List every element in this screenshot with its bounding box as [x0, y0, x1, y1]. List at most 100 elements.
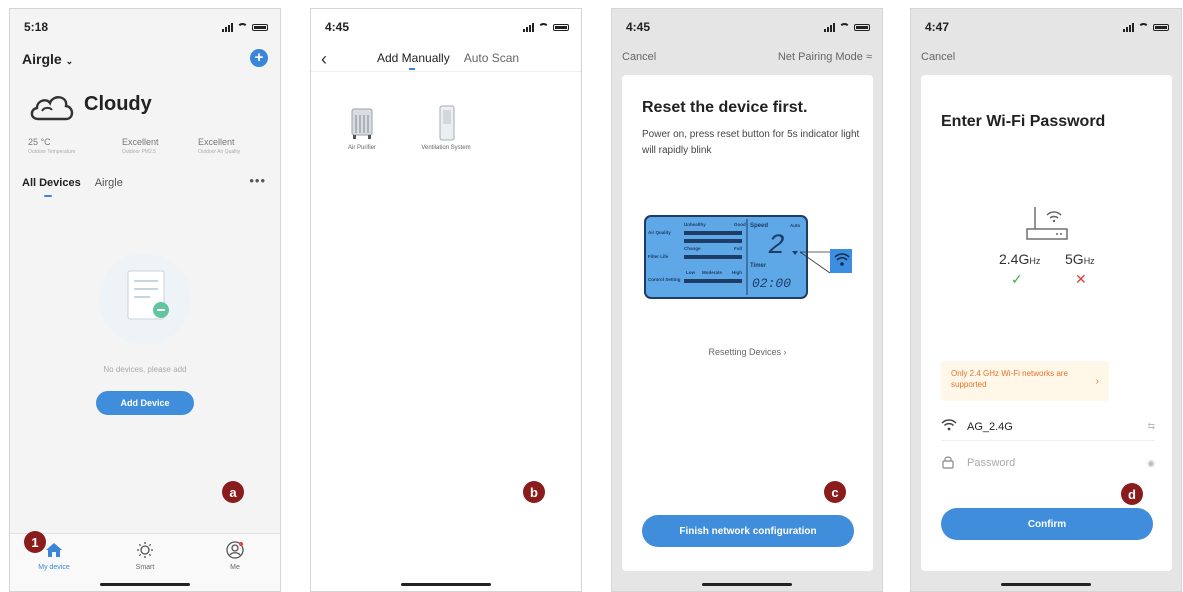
- signal-icon: [523, 22, 534, 32]
- router-icon: [1023, 203, 1071, 248]
- phone-reset-device-screen: 4:45 Cancel Net Pairing Mode ≈ Reset the…: [611, 8, 883, 592]
- status-time: 4:47: [925, 20, 950, 34]
- eye-icon[interactable]: ◉: [1147, 458, 1155, 469]
- signal-icon: [222, 22, 233, 32]
- confirm-button[interactable]: Confirm: [941, 508, 1153, 540]
- wifi-title: Enter Wi-Fi Password: [941, 113, 1106, 130]
- tab-smart[interactable]: Smart: [115, 540, 175, 571]
- band-24ghz: 2.4GHz: [999, 251, 1041, 267]
- panel-label-badge: a: [222, 481, 244, 503]
- lcd-moderate: Moderate: [702, 270, 723, 275]
- lcd-change: Change: [684, 246, 701, 251]
- phone-wifi-password-screen: 4:47 Cancel Enter Wi-Fi Password 2.4GHz …: [910, 8, 1182, 592]
- add-plus-button[interactable]: +: [250, 49, 268, 67]
- cancel-button[interactable]: Cancel: [622, 51, 656, 63]
- divider: [311, 71, 581, 72]
- add-mode-tabs: Add Manually Auto Scan: [377, 51, 519, 70]
- lcd-good: Good: [734, 222, 746, 227]
- lcd-speed-label: Speed: [750, 223, 768, 229]
- resetting-devices-link[interactable]: Resetting Devices ›: [622, 347, 873, 357]
- add-device-button[interactable]: Add Device: [96, 391, 194, 415]
- home-indicator: [401, 583, 491, 586]
- password-field[interactable]: Password ◉: [941, 449, 1155, 477]
- panel-label-badge: c: [824, 481, 846, 503]
- home-indicator: [702, 583, 792, 586]
- tab-airgle[interactable]: Airgle: [95, 177, 123, 189]
- weather-label: Cloudy: [84, 93, 152, 115]
- wifi-icon: [941, 419, 967, 434]
- status-bar: 4:45: [325, 19, 569, 35]
- profile-icon: [205, 540, 265, 560]
- lcd-auto: Auto: [790, 223, 800, 228]
- chevron-down-icon: ⌄: [65, 56, 74, 66]
- lcd-unhealthy: Unhealthy: [684, 222, 706, 227]
- home-selector[interactable]: Airgle ⌄: [22, 51, 73, 67]
- wifi-status-icon: [538, 23, 549, 31]
- battery-icon: [553, 23, 569, 31]
- sun-icon: [115, 540, 175, 560]
- bottom-tab-bar: My device Smart Me: [10, 533, 280, 591]
- battery-icon: [854, 23, 870, 31]
- lcd-speed-value: 2: [768, 231, 785, 262]
- phone-add-device-screen: 4:45 ‹ Add Manually Auto Scan Air Purifi…: [310, 8, 582, 592]
- step-badge: 1: [24, 531, 46, 553]
- lcd-control-setting: Control Setting: [648, 277, 681, 282]
- lcd-timer-value: 02:00: [752, 276, 791, 291]
- status-bar: 5:18: [24, 19, 268, 35]
- status-time: 5:18: [24, 20, 49, 34]
- panel-label-badge: b: [523, 481, 545, 503]
- signal-icon: [1123, 22, 1134, 32]
- cross-icon: ✕: [1075, 271, 1087, 287]
- band-5ghz: 5GHz: [1065, 251, 1095, 267]
- check-icon: ✓: [1011, 271, 1023, 287]
- status-time: 4:45: [626, 20, 651, 34]
- cancel-button[interactable]: Cancel: [921, 51, 955, 63]
- air-purifier-icon: [351, 108, 373, 139]
- tab-all-devices[interactable]: All Devices: [22, 177, 81, 197]
- room-tabs: All Devices Airgle: [22, 177, 268, 197]
- battery-icon: [1153, 23, 1169, 31]
- pairing-mode-button[interactable]: Net Pairing Mode ≈: [778, 51, 872, 63]
- home-indicator: [100, 583, 190, 586]
- tab-auto-scan[interactable]: Auto Scan: [464, 51, 519, 65]
- phone-home-screen: 5:18 Airgle ⌄ + Cloudy 25 °C Outdoor Tem…: [9, 8, 281, 592]
- ventilation-system-icon: [439, 105, 455, 141]
- status-time: 4:45: [325, 20, 350, 34]
- band-notice[interactable]: Only 2.4 GHz Wi-Fi networks are supporte…: [941, 361, 1109, 401]
- home-indicator: [1001, 583, 1091, 586]
- empty-document-icon: [90, 249, 200, 354]
- device-lcd-illustration: Air Quality Filter Life Control Setting …: [644, 215, 856, 304]
- wifi-status-icon: [839, 23, 850, 31]
- finish-configuration-button[interactable]: Finish network configuration: [642, 515, 854, 547]
- empty-state-text: No devices, please add: [103, 365, 187, 374]
- switch-network-icon[interactable]: ⇆: [1147, 421, 1155, 432]
- lcd-air-quality: Air Quality: [648, 230, 671, 235]
- chevron-right-icon: ›: [1095, 376, 1099, 387]
- reset-description: Power on, press reset button for 5s indi…: [642, 129, 860, 156]
- reset-title: Reset the device first.: [642, 99, 808, 116]
- battery-icon: [252, 23, 268, 31]
- wifi-status-icon: [237, 23, 248, 31]
- lcd-full: Full: [734, 246, 742, 251]
- status-bar: 4:45: [626, 19, 870, 35]
- signal-icon: [824, 22, 835, 32]
- tab-me[interactable]: Me: [205, 540, 265, 571]
- lock-icon: [941, 455, 967, 472]
- back-chevron-icon[interactable]: ‹: [321, 49, 327, 70]
- cloud-icon: [28, 89, 76, 128]
- wifi-status-icon: [1138, 23, 1149, 31]
- status-bar: 4:47: [925, 19, 1169, 35]
- weather-stat: 25 °C Outdoor Temperature: [28, 137, 76, 155]
- lcd-low: Low: [686, 270, 695, 275]
- tab-add-manually[interactable]: Add Manually: [377, 51, 450, 70]
- ssid-field[interactable]: AG_2.4G ⇆: [941, 413, 1155, 441]
- lcd-timer-label: Timer: [750, 263, 767, 269]
- lcd-high: High: [732, 270, 742, 275]
- panel-label-badge: d: [1121, 483, 1143, 505]
- weather-stat: Excellent Outdoor Air Quality: [198, 137, 241, 155]
- weather-stat: Excellent Outdoor PM2.5: [122, 137, 159, 155]
- device-ventilation-system[interactable]: Ventilation System: [421, 105, 471, 153]
- more-icon[interactable]: •••: [249, 173, 266, 188]
- device-air-purifier[interactable]: Air Purifier: [337, 105, 387, 153]
- lcd-filter-life: Filter Life: [648, 254, 669, 259]
